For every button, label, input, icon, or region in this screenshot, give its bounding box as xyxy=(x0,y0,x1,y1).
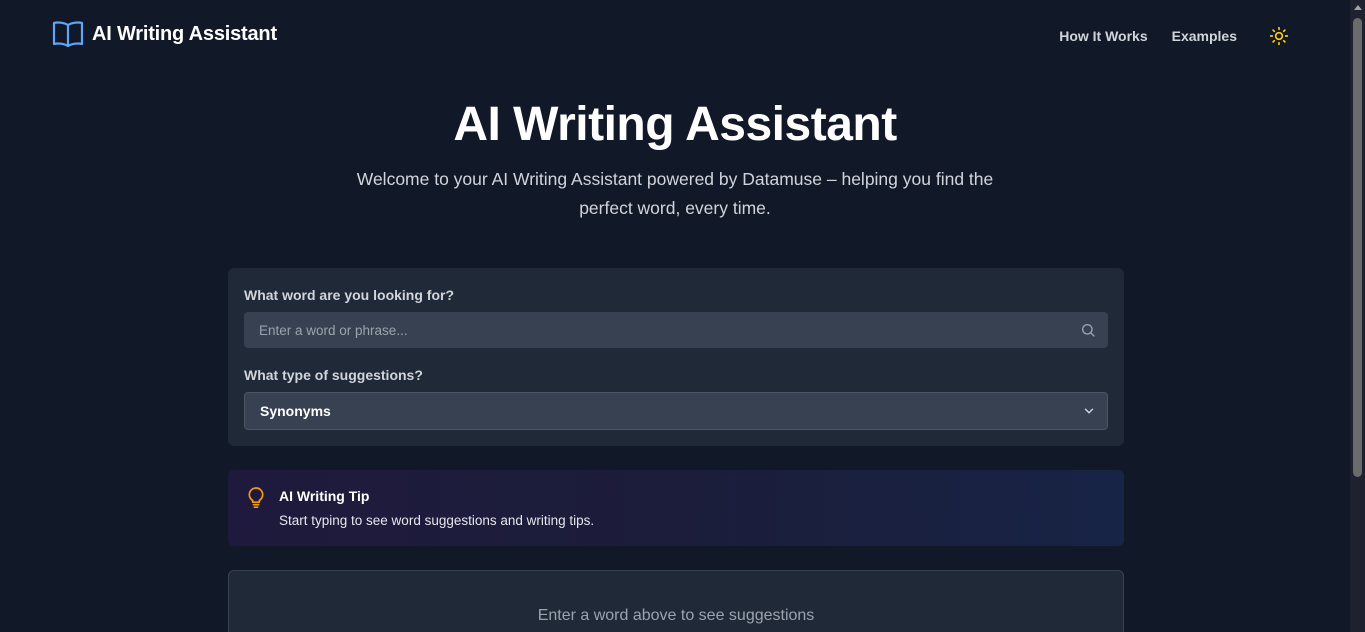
scroll-up-arrow-icon[interactable] xyxy=(1354,5,1362,10)
tip-text: Start typing to see word suggestions and… xyxy=(279,513,595,528)
open-book-icon xyxy=(52,21,84,48)
tip-title: AI Writing Tip xyxy=(279,488,370,504)
page-title: AI Writing Assistant xyxy=(453,98,897,151)
results-panel: Enter a word above to see suggestions xyxy=(228,570,1124,632)
page-scrollbar[interactable] xyxy=(1350,0,1365,632)
page: AI Writing Assistant How It Works Exampl… xyxy=(0,0,1365,632)
chevron-down-icon xyxy=(1084,408,1094,414)
suggestion-type-select[interactable]: Synonyms xyxy=(244,392,1108,430)
selected-suggestion-type: Synonyms xyxy=(260,403,331,419)
nav-examples[interactable]: Examples xyxy=(1172,28,1237,44)
scrollbar-thumb[interactable] xyxy=(1353,18,1362,477)
search-card: What word are you looking for? What type… xyxy=(228,268,1124,446)
nav-how-it-works[interactable]: How It Works xyxy=(1059,28,1147,44)
top-nav-bar: AI Writing Assistant How It Works Exampl… xyxy=(0,0,1350,68)
page-subtitle: Welcome to your AI Writing Assistant pow… xyxy=(356,169,994,218)
brand-name: AI Writing Assistant xyxy=(92,22,277,45)
lightbulb-icon xyxy=(248,487,264,508)
theme-toggle-button[interactable] xyxy=(1267,24,1291,48)
brand-logo[interactable]: AI Writing Assistant xyxy=(52,19,277,49)
search-icon[interactable] xyxy=(1080,322,1096,338)
word-field-label: What word are you looking for? xyxy=(244,287,454,303)
results-empty-message: Enter a word above to see suggestions xyxy=(537,607,815,624)
sun-icon xyxy=(1269,26,1289,46)
main-nav: How It Works Examples xyxy=(1035,24,1291,48)
suggestion-type-label: What type of suggestions? xyxy=(244,367,423,383)
writing-tip-panel: AI Writing Tip Start typing to see word … xyxy=(228,470,1124,546)
search-input[interactable] xyxy=(244,312,1108,348)
search-field xyxy=(244,312,1108,348)
